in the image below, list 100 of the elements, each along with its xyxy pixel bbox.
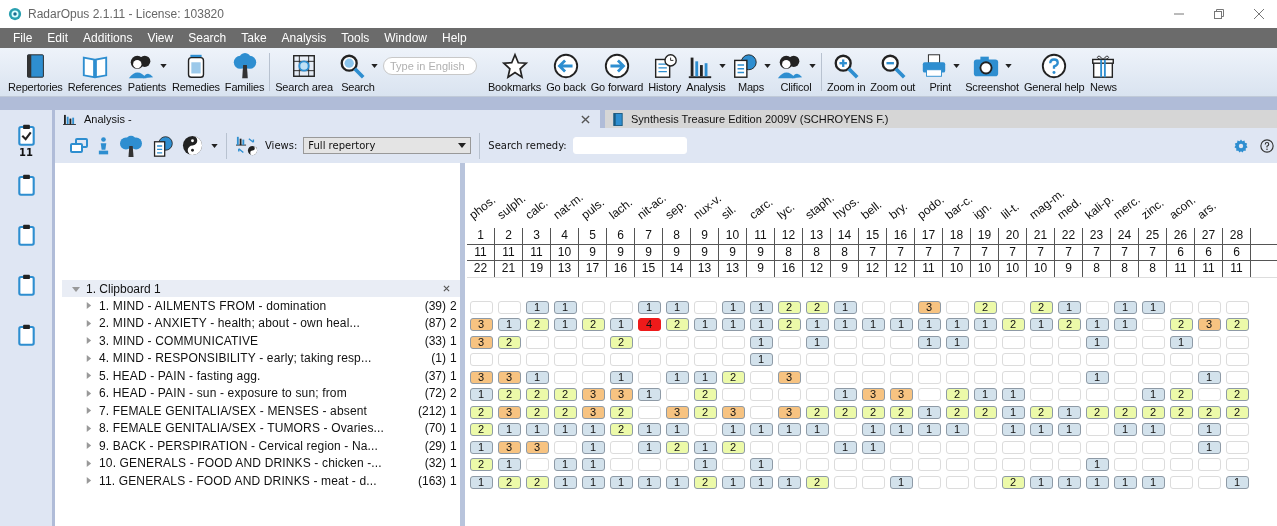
- grade-cell[interactable]: 1: [637, 440, 661, 454]
- empty-cell[interactable]: [889, 335, 913, 349]
- grade-cell[interactable]: 1: [805, 335, 829, 349]
- empty-cell[interactable]: [861, 475, 885, 489]
- grade-cell[interactable]: 2: [1029, 405, 1053, 419]
- grade-cell[interactable]: 1: [833, 388, 857, 402]
- empty-cell[interactable]: [749, 405, 773, 419]
- grade-cell[interactable]: 1: [693, 440, 717, 454]
- empty-cell[interactable]: [1141, 370, 1165, 384]
- empty-cell[interactable]: [833, 423, 857, 437]
- empty-cell[interactable]: [1197, 335, 1221, 349]
- expand-triangle-icon[interactable]: [85, 459, 92, 467]
- empty-cell[interactable]: [973, 370, 997, 384]
- grade-cell[interactable]: 2: [497, 475, 521, 489]
- grade-cell[interactable]: 2: [609, 423, 633, 437]
- empty-cell[interactable]: [637, 353, 661, 367]
- grade-cell[interactable]: 1: [1141, 475, 1165, 489]
- grade-cell[interactable]: 1: [1225, 475, 1249, 489]
- grade-cell[interactable]: 1: [721, 423, 745, 437]
- empty-cell[interactable]: [1225, 300, 1249, 314]
- empty-cell[interactable]: [553, 370, 577, 384]
- empty-cell[interactable]: [749, 388, 773, 402]
- expand-triangle-icon[interactable]: [85, 424, 92, 432]
- grade-cell[interactable]: 1: [1057, 475, 1081, 489]
- empty-cell[interactable]: [889, 353, 913, 367]
- grade-cell[interactable]: 1: [1057, 423, 1081, 437]
- tab[interactable]: Synthesis Treasure Edition 2009V (SCHROYENS F.): [605, 110, 1277, 128]
- grade-cell[interactable]: 1: [665, 370, 689, 384]
- empty-cell[interactable]: [1169, 458, 1193, 472]
- grade-cell[interactable]: 3: [721, 405, 745, 419]
- grade-cell[interactable]: 1: [1197, 440, 1221, 454]
- caret-icon[interactable]: [211, 143, 218, 148]
- grade-cell[interactable]: 1: [497, 318, 521, 332]
- grade-cell[interactable]: 2: [973, 300, 997, 314]
- empty-cell[interactable]: [1225, 423, 1249, 437]
- grade-cell[interactable]: 1: [637, 423, 661, 437]
- grade-cell[interactable]: 1: [693, 370, 717, 384]
- empty-cell[interactable]: [637, 458, 661, 472]
- grade-cell[interactable]: 1: [665, 423, 689, 437]
- empty-cell[interactable]: [1029, 353, 1053, 367]
- grade-cell[interactable]: 3: [861, 388, 885, 402]
- empty-cell[interactable]: [609, 353, 633, 367]
- empty-cell[interactable]: [693, 335, 717, 349]
- empty-cell[interactable]: [693, 300, 717, 314]
- grade-cell[interactable]: 1: [581, 475, 605, 489]
- toolbar-button[interactable]: General help: [1023, 51, 1085, 93]
- toolbar-button[interactable]: Go forward: [590, 51, 644, 93]
- grade-cell[interactable]: 1: [553, 300, 577, 314]
- grade-cell[interactable]: 2: [1169, 405, 1193, 419]
- grade-cell[interactable]: 1: [1113, 423, 1137, 437]
- empty-cell[interactable]: [581, 300, 605, 314]
- grade-cell[interactable]: 2: [805, 300, 829, 314]
- grade-cell[interactable]: 3: [497, 405, 521, 419]
- grade-cell[interactable]: 2: [861, 405, 885, 419]
- empty-cell[interactable]: [1001, 458, 1025, 472]
- empty-cell[interactable]: [889, 300, 913, 314]
- grade-cell[interactable]: 1: [581, 458, 605, 472]
- empty-cell[interactable]: [1057, 440, 1081, 454]
- empty-cell[interactable]: [777, 388, 801, 402]
- grade-cell[interactable]: 1: [833, 300, 857, 314]
- empty-cell[interactable]: [945, 458, 969, 472]
- grade-cell[interactable]: 1: [861, 318, 885, 332]
- grade-cell[interactable]: 3: [917, 300, 941, 314]
- grade-cell[interactable]: 2: [1197, 405, 1221, 419]
- grade-cell[interactable]: 1: [1085, 370, 1109, 384]
- empty-cell[interactable]: [581, 370, 605, 384]
- caret-icon[interactable]: [719, 63, 726, 68]
- grade-cell[interactable]: 2: [1001, 318, 1025, 332]
- empty-cell[interactable]: [1141, 458, 1165, 472]
- grade-cell[interactable]: 1: [917, 405, 941, 419]
- empty-cell[interactable]: [1141, 353, 1165, 367]
- expand-triangle-icon[interactable]: [85, 337, 92, 345]
- toolbar-button[interactable]: Screenshot: [965, 51, 1019, 93]
- empty-cell[interactable]: [833, 458, 857, 472]
- empty-cell[interactable]: [469, 353, 493, 367]
- grade-cell[interactable]: 1: [721, 318, 745, 332]
- grade-cell[interactable]: 1: [749, 318, 773, 332]
- grade-cell[interactable]: 3: [581, 405, 605, 419]
- caret-icon[interactable]: [809, 63, 816, 68]
- empty-cell[interactable]: [945, 300, 969, 314]
- grade-cell[interactable]: 1: [973, 388, 997, 402]
- empty-cell[interactable]: [1113, 440, 1137, 454]
- remedy-name[interactable]: carc.: [746, 194, 776, 222]
- empty-cell[interactable]: [1141, 440, 1165, 454]
- expand-triangle-icon[interactable]: [85, 389, 92, 397]
- grade-cell[interactable]: 1: [1057, 405, 1081, 419]
- grade-cell[interactable]: 2: [525, 405, 549, 419]
- grade-cell[interactable]: 3: [889, 388, 913, 402]
- empty-cell[interactable]: [637, 405, 661, 419]
- grade-cell[interactable]: 1: [1029, 423, 1053, 437]
- empty-cell[interactable]: [1225, 370, 1249, 384]
- empty-cell[interactable]: [833, 353, 857, 367]
- grade-cell[interactable]: 2: [525, 388, 549, 402]
- empty-cell[interactable]: [973, 353, 997, 367]
- empty-cell[interactable]: [721, 458, 745, 472]
- yin-yang-icon[interactable]: [182, 135, 203, 156]
- toolbar-button[interactable]: Print: [920, 51, 961, 93]
- grade-cell[interactable]: 2: [553, 388, 577, 402]
- grade-cell[interactable]: 1: [581, 440, 605, 454]
- empty-cell[interactable]: [1197, 475, 1221, 489]
